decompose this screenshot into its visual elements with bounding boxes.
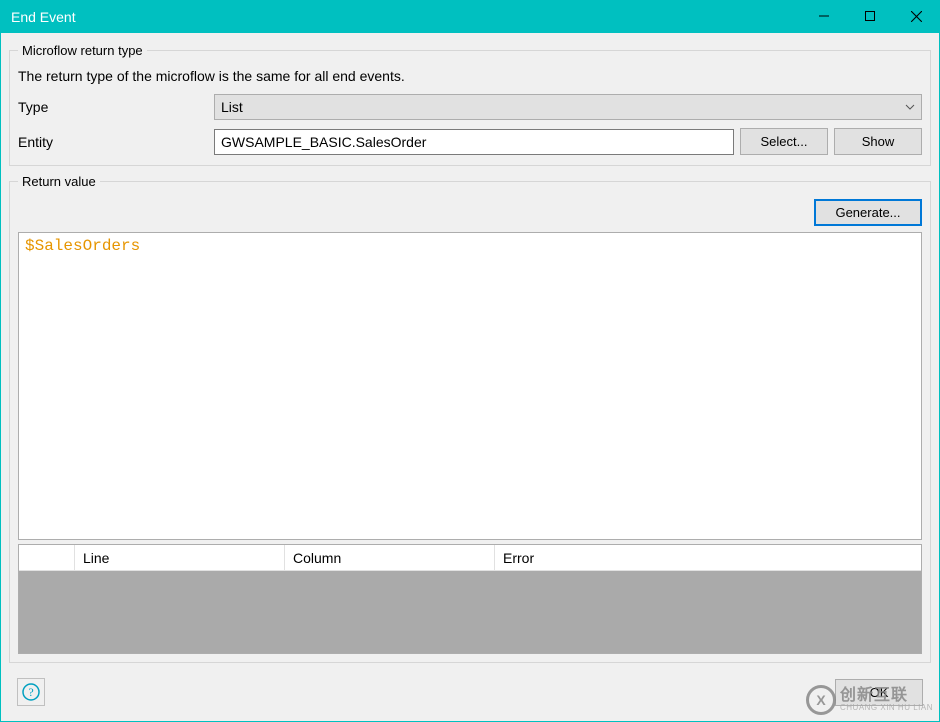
return-type-group: Microflow return type The return type of… [9, 43, 931, 166]
type-label: Type [18, 99, 208, 115]
entity-input[interactable] [214, 129, 734, 155]
dialog-window: End Event Microflow return type The retu… [0, 0, 940, 722]
bottom-bar: ? OK [9, 671, 931, 713]
entity-row: Entity Select... Show [18, 128, 922, 155]
titlebar: End Event [1, 1, 939, 33]
close-button[interactable] [893, 1, 939, 31]
error-header-line[interactable]: Line [75, 545, 285, 571]
svg-text:?: ? [28, 685, 33, 699]
dialog-content: Microflow return type The return type of… [1, 33, 939, 721]
entity-label: Entity [18, 134, 208, 150]
error-table-body [19, 571, 921, 653]
ok-button[interactable]: OK [835, 679, 923, 706]
chevron-down-icon [905, 102, 915, 113]
return-value-legend: Return value [18, 174, 100, 189]
return-type-legend: Microflow return type [18, 43, 147, 58]
window-controls [801, 1, 939, 33]
return-value-group: Return value Generate... $SalesOrders Li… [9, 174, 931, 663]
expression-editor[interactable]: $SalesOrders [18, 232, 922, 540]
window-title: End Event [11, 9, 76, 25]
return-type-description: The return type of the microflow is the … [18, 68, 922, 84]
generate-row: Generate... [18, 199, 922, 226]
minimize-button[interactable] [801, 1, 847, 31]
generate-button[interactable]: Generate... [814, 199, 922, 226]
show-entity-button[interactable]: Show [834, 128, 922, 155]
error-header-blank [19, 545, 75, 571]
error-table-header: Line Column Error [19, 545, 921, 571]
error-table: Line Column Error [18, 544, 922, 654]
help-button[interactable]: ? [17, 678, 45, 706]
maximize-button[interactable] [847, 1, 893, 31]
type-select-value: List [221, 99, 243, 115]
error-header-error[interactable]: Error [495, 545, 921, 571]
type-select[interactable]: List [214, 94, 922, 120]
type-row: Type List [18, 94, 922, 120]
error-header-column[interactable]: Column [285, 545, 495, 571]
select-entity-button[interactable]: Select... [740, 128, 828, 155]
